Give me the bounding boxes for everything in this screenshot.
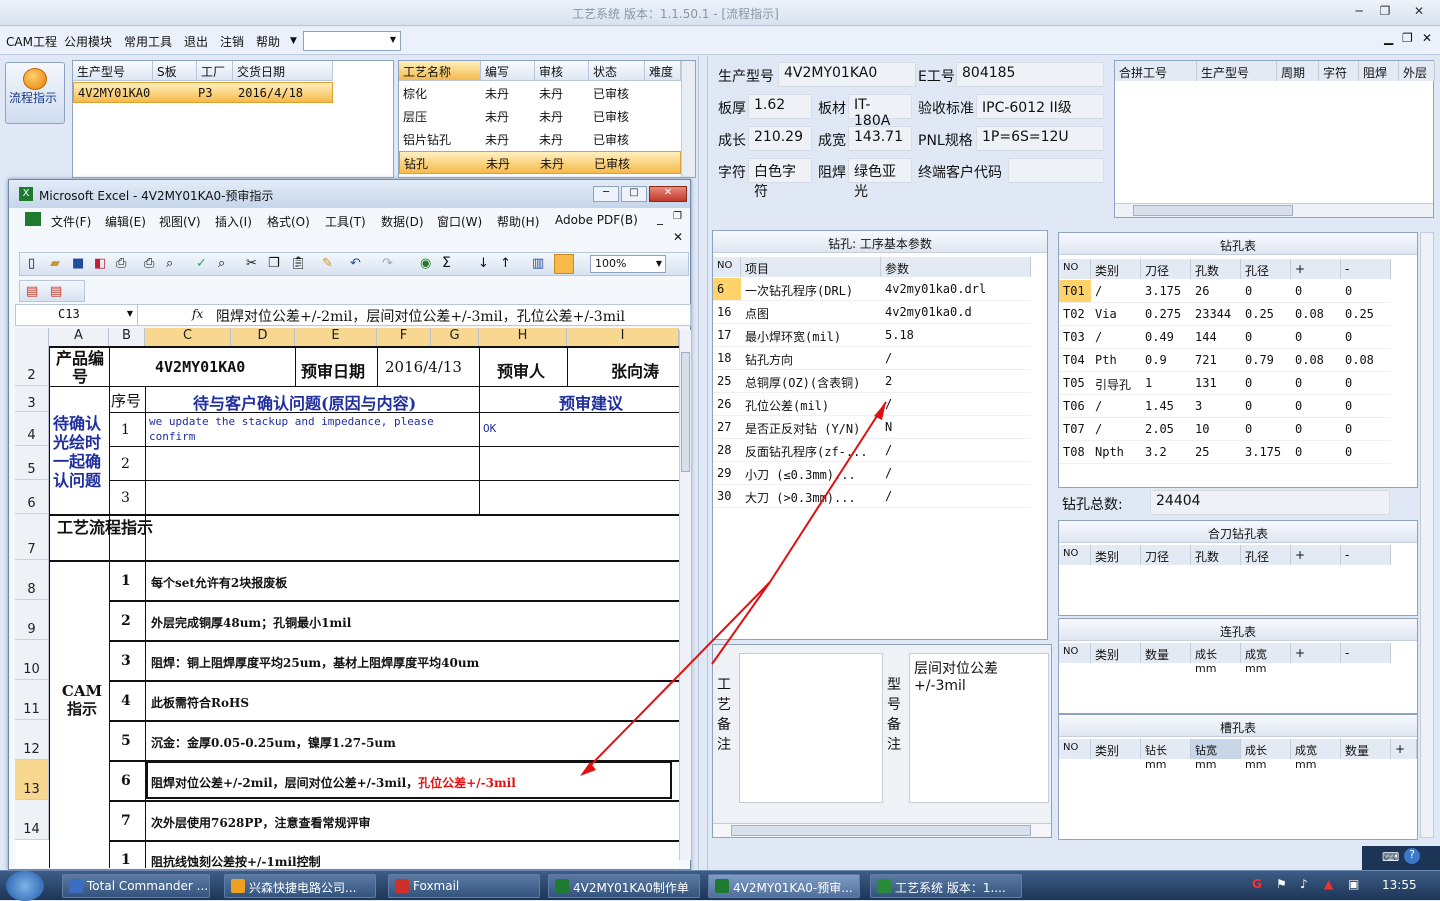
tray-triangle-icon[interactable]: ▲ (1324, 877, 1333, 891)
annotation-line (711, 581, 771, 665)
task-label: Total Commander ... (87, 879, 209, 893)
task-label: 4V2MY01KA0-预审... (733, 881, 853, 895)
excel-icon (555, 879, 569, 893)
keyboard-icon[interactable]: ⌨ (1382, 850, 1399, 864)
foxmail-icon (395, 879, 409, 893)
annotation-arrow-up (769, 401, 887, 583)
arrow-head-icon (580, 762, 596, 776)
task-process-system[interactable]: 工艺系统 版本：1.... (870, 874, 1022, 898)
taskbar: Total Commander ... 兴森快捷电路公司... Foxmail … (0, 870, 1440, 901)
task-label: 4V2MY01KA0制作单 (573, 881, 689, 895)
task-excel-make[interactable]: 4V2MY01KA0制作单 (548, 874, 700, 898)
app-icon (877, 879, 891, 893)
task-label: 工艺系统 版本：1.... (895, 881, 1006, 895)
task-excel-review[interactable]: 4V2MY01KA0-预审... (708, 874, 860, 898)
task-label: 兴森快捷电路公司... (249, 881, 357, 895)
start-button[interactable] (6, 871, 44, 901)
network-icon[interactable]: ▣ (1348, 877, 1359, 891)
task-foxmail[interactable]: Foxmail (388, 874, 540, 898)
annotation-arrows (580, 401, 887, 776)
annotation-arrow-down (583, 581, 771, 773)
clock[interactable]: 13:55 (1382, 878, 1417, 892)
tray-extra: ⌨ ? (1362, 846, 1440, 870)
task-total-commander[interactable]: Total Commander ... (62, 874, 210, 898)
task-company[interactable]: 兴森快捷电路公司... (224, 874, 376, 898)
floppy-icon (69, 879, 83, 893)
excel-icon (715, 879, 729, 893)
tray-g-icon[interactable]: G (1252, 877, 1262, 891)
tray-flag-icon[interactable]: ⚑ (1276, 877, 1287, 891)
star-icon (231, 879, 245, 893)
volume-icon[interactable]: ♪ (1300, 877, 1308, 891)
help-icon[interactable]: ? (1404, 848, 1420, 864)
task-label: Foxmail (413, 879, 460, 893)
